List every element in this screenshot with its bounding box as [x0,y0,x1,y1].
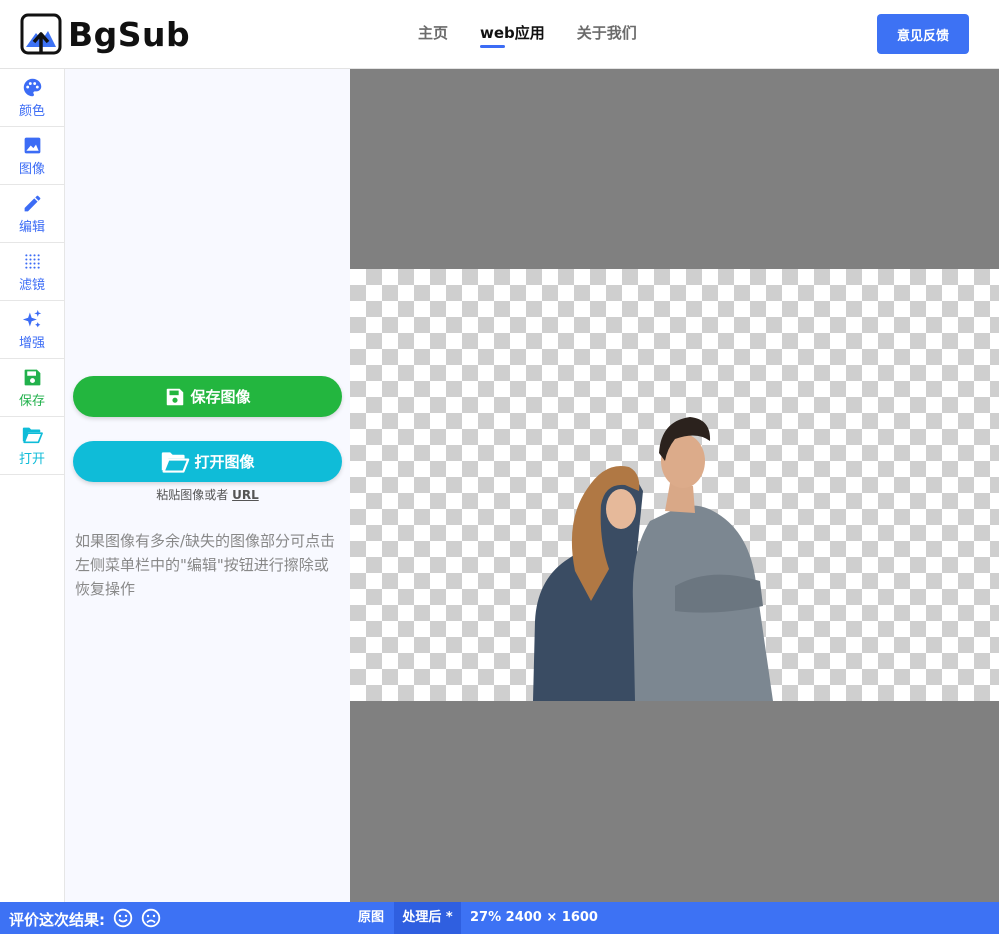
edit-tip: 如果图像有多余/缺失的图像部分可点击左侧菜单栏中的"编辑"按钮进行擦除或恢复操作 [75,532,336,598]
nav-about[interactable]: 关于我们 [577,22,637,43]
sidebar-item-save[interactable]: 保存 [0,359,64,417]
view-original-tab[interactable]: 原图 [350,902,392,934]
save-image-label: 保存图像 [190,388,251,406]
sparkles-icon [22,309,41,327]
sidebar-item-edit[interactable]: 编辑 [0,185,64,243]
pencil-icon [24,195,40,211]
logo[interactable]: BgSub [20,13,190,55]
palette-icon [23,78,41,96]
status-bar: 评价这次结果: 原图 处理后 * 27% 2400 × 1600 [0,902,999,934]
sidebar-label-edit: 编辑 [18,219,45,235]
sidebar-label-filter: 滤镜 [18,277,45,293]
sidebar-label-image: 图像 [18,161,45,177]
image-canvas[interactable] [350,69,999,902]
save-image-button[interactable]: 保存图像 [73,376,342,417]
dots-grid-icon [24,253,40,269]
frown-icon[interactable] [141,908,161,928]
sidebar-label-enhance: 增强 [18,335,45,351]
zoom-size-info: 27% 2400 × 1600 [470,910,598,925]
smile-icon[interactable] [113,908,133,928]
open-image-label: 打开图像 [194,453,255,471]
folder-open-icon [162,451,190,473]
nav-web-app[interactable]: web应用 [480,22,545,48]
top-header: BgSub 主页 web应用 关于我们 意见反馈 [0,0,999,69]
view-processed-tab[interactable]: 处理后 * [394,902,461,934]
sidebar-label-save: 保存 [18,393,45,409]
sidebar-item-color[interactable]: 颜色 [0,69,64,127]
sidebar-label-color: 颜色 [18,103,45,119]
paste-hint: 粘贴图像或者 URL [65,486,350,503]
floppy-icon [167,388,184,405]
main-nav: 主页 web应用 关于我们 [418,22,669,48]
sidebar-item-filter[interactable]: 滤镜 [0,243,64,301]
cutout-photo [533,417,773,701]
tool-sidebar: 颜色 图像 编辑 滤镜 增强 保存 打开 [0,69,65,902]
logo-icon [20,13,62,55]
logo-text: BgSub [68,14,191,54]
sidebar-item-image[interactable]: 图像 [0,127,64,185]
transparent-background [350,269,999,701]
sidebar-label-open: 打开 [18,452,45,467]
paste-url-link[interactable]: URL [232,488,259,502]
rate-label: 评价这次结果: [9,911,105,929]
open-image-button[interactable]: 打开图像 [73,441,342,482]
floppy-icon [24,369,40,385]
folder-open-icon [22,427,43,444]
image-icon [24,137,40,153]
nav-home[interactable]: 主页 [418,22,448,43]
sidebar-item-open[interactable]: 打开 [0,417,64,475]
paste-hint-text: 粘贴图像或者 [156,488,229,502]
sidebar-item-enhance[interactable]: 增强 [0,301,64,359]
action-panel: 保存图像 打开图像 粘贴图像或者 URL 如果图像有多余/缺失的图像部分可点击左… [65,69,350,902]
feedback-button[interactable]: 意见反馈 [877,14,969,54]
